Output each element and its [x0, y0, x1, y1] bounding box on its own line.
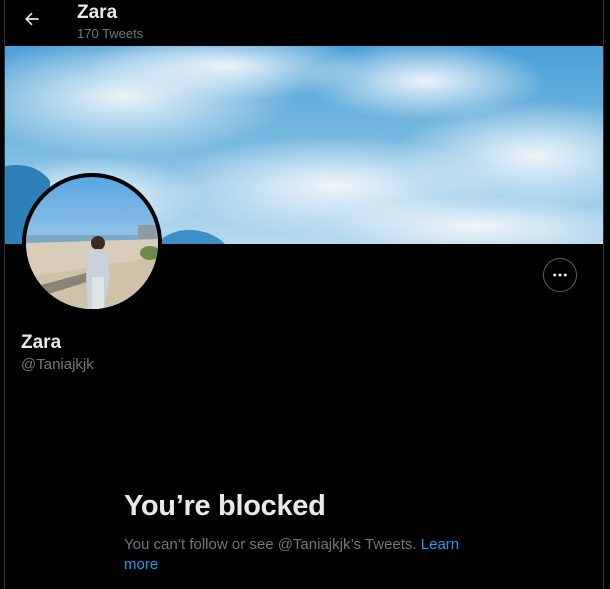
blocked-title: You’re blocked	[124, 490, 326, 522]
blocked-message-block: You can’t follow or see @Taniajkjk’s Twe…	[124, 535, 474, 575]
profile-page: Zara 170 Tweets Zara @Taniajkjk You’re b…	[0, 0, 610, 589]
arrow-left-icon	[25, 12, 39, 26]
tweet-count: 170 Tweets	[77, 26, 144, 41]
more-options-button[interactable]	[543, 258, 577, 292]
avatar-photo	[26, 177, 158, 309]
profile-handle: @Taniajkjk	[21, 356, 94, 373]
profile-avatar[interactable]	[22, 173, 162, 313]
profile-header: Zara 170 Tweets	[5, 0, 603, 45]
header-title: Zara	[77, 2, 118, 23]
blocked-message: You can’t follow or see @Taniajkjk’s Twe…	[124, 536, 417, 553]
more-horizontal-icon	[553, 273, 567, 277]
profile-display-name: Zara	[21, 332, 62, 353]
column-border-right	[603, 0, 604, 589]
back-button[interactable]	[17, 4, 47, 34]
